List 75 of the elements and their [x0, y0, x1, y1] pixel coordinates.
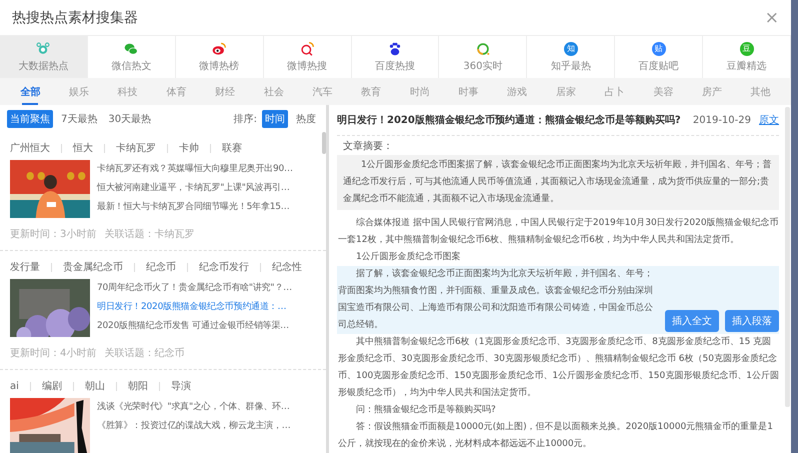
- topic-tag[interactable]: 恒大: [62, 141, 104, 155]
- topic-tag[interactable]: 纪念性: [261, 260, 313, 274]
- update-time: 更新时间：3小时前: [10, 228, 96, 241]
- article-paragraph: 综合媒体报道 据中国人民银行官网消息，中国人民银行定于2019年10月30日发行2020版熊猫金银纪念币一套12枚，其中熊猫普制金银纪念币6枚、熊猫精制金银纪念币6枚，均为中华人民共和国法定货币。: [337, 216, 779, 247]
- badge-icon: 知: [564, 42, 578, 56]
- category-tab[interactable]: 房产: [688, 78, 736, 105]
- related-topic: 关联话题：纪念币: [104, 346, 184, 360]
- article-title: 明日发行！2020版熊猫金银纪念币预约通道：熊猫金银纪念币是等额购买吗?: [337, 113, 682, 127]
- topic-tag[interactable]: ai: [10, 380, 30, 392]
- headline-link[interactable]: 最新！恒大与卡纳瓦罗合同细节曝光！5年拿15…: [97, 200, 293, 214]
- topic-tag[interactable]: 纪念币: [135, 260, 187, 274]
- insert-button[interactable]: 插入段落: [725, 310, 779, 332]
- ring-icon: [476, 42, 490, 56]
- category-tab[interactable]: 科技: [103, 78, 152, 105]
- insert-button[interactable]: 插入全文: [665, 310, 719, 332]
- category-tab[interactable]: 其他: [736, 78, 785, 105]
- summary-text: 1公斤圆形金质纪念币图案据了解，该套金银纪念币正面图案均为北京天坛祈年殿，并刊国名、年号；普通纪念币发行后，可与其他流通人民币等值流通，其面额记入市场现金流通量，成为货币供应量的一部分;贵金属纪念币不能流通，其面额不记入市场现金流通量。: [337, 155, 779, 210]
- scrollbar[interactable]: [785, 107, 790, 407]
- sort-option[interactable]: 时间: [262, 110, 288, 128]
- period-tab[interactable]: 当前聚焦: [7, 110, 53, 128]
- category-tab[interactable]: 汽车: [298, 78, 347, 105]
- topic-tag[interactable]: 朝山: [74, 379, 116, 393]
- headline-link[interactable]: 2020版熊猫纪念币发售 可通过金银币经销等渠…: [97, 319, 292, 333]
- category-tab[interactable]: 全部: [6, 78, 55, 105]
- category-tab[interactable]: 财经: [200, 78, 250, 105]
- category-tab[interactable]: 社会: [249, 78, 298, 105]
- category-tab[interactable]: 教育: [346, 78, 396, 105]
- sort-label: 排序:: [234, 112, 257, 126]
- close-button[interactable]: ×: [764, 8, 779, 28]
- badge-icon: 豆: [740, 42, 754, 56]
- topic-tag[interactable]: 卡纳瓦罗: [105, 141, 167, 155]
- magnifier-icon: [300, 42, 314, 56]
- chat-bubbles-icon: [124, 42, 138, 56]
- headline-link[interactable]: 恒大被河南建业逼平，卡纳瓦罗"上课"风波再引…: [97, 181, 293, 195]
- headline-link[interactable]: 卡纳瓦罗还有戏？英媒曝恒大向穆里尼奥开出90…: [97, 162, 293, 176]
- category-tab[interactable]: 游戏: [492, 78, 542, 105]
- category-tab[interactable]: 居家: [542, 78, 590, 105]
- category-tab[interactable]: 体育: [152, 78, 201, 105]
- source-tab[interactable]: 大数据热点: [0, 36, 88, 78]
- topic-tag[interactable]: 发行量: [10, 260, 51, 274]
- category-tab[interactable]: 占卜: [590, 78, 639, 105]
- period-tab[interactable]: 7天最热: [58, 110, 100, 128]
- article-paragraph: 1公斤圆形金质纪念币图案: [355, 250, 462, 264]
- topic-tag[interactable]: 导演: [160, 379, 202, 393]
- headline-link[interactable]: 《胜算》：投资过亿的谍战大戏，柳云龙主演，…: [97, 419, 291, 433]
- category-tab[interactable]: 时尚: [396, 78, 444, 105]
- topic-tag[interactable]: 广州恒大: [10, 141, 61, 155]
- window-title: 热搜热点素材搜集器: [12, 8, 138, 26]
- category-tab[interactable]: 美容: [638, 78, 688, 105]
- category-tab[interactable]: 娱乐: [54, 78, 104, 105]
- article-paragraph: 问：熊猫金银纪念币是等额购买吗?: [355, 404, 497, 417]
- topic-tag[interactable]: 联赛: [211, 141, 253, 155]
- article-paragraph: 其中熊猫普制金银纪念币6枚（1克圆形金质纪念币、3克圆形金质纪念币、8克圆形金质纪念币、15 克圆形金质纪念币、30克圆形金质纪念币、30克圆形银质纪念币）、熊猫精制金银纪念币 6枚（50克圆形金质纪念币、100克圆形金质纪念币、150克圆形金质纪念币、1公斤圆形金质纪念币、150克圆形银质纪念币、1公斤圆形银质纪念币），均为中华人民共和国法定货币。: [337, 335, 779, 400]
- headline-link[interactable]: 浅谈《光荣时代》"求真"之心，个体、群像、环…: [97, 400, 291, 414]
- topic-tag[interactable]: 纪念币发行: [188, 260, 260, 274]
- source-link[interactable]: 原文: [759, 113, 779, 127]
- headline-link[interactable]: 明日发行！2020版熊猫金银纪念币预约通道：…: [97, 300, 292, 314]
- related-topic: 关联话题：卡纳瓦罗: [104, 228, 194, 241]
- update-time: 更新时间：4小时前: [10, 346, 96, 360]
- article-paragraph: 答：假设熊猫金币面额是10000元(如上图)，但不是以面额来兑换。2020版10000元熊猫金币的重量是1公斤，就按现在的金价来说，光材料成本都远远不止10000元。: [337, 420, 774, 451]
- sort-option[interactable]: 热度: [293, 110, 319, 128]
- badge-icon: 贴: [652, 42, 666, 56]
- scrollbar[interactable]: [322, 132, 326, 154]
- topic-tag[interactable]: 卡帅: [168, 141, 210, 155]
- topic-tag[interactable]: 编剧: [30, 379, 73, 393]
- paw-icon: [388, 42, 402, 56]
- article-date: 2019-10-29: [692, 114, 751, 126]
- article-paragraph: 据了解，该套金银纪念币正面图案均为北京天坛祈年殿，并刊国名、年号；背面图案均为熊猫食竹图，并刊面额、重量及成色。该套金银纪念币分别由深圳国宝造币有限公司、上海造币有限公司和沈阳造币有限公司铸造，中国金币总公司总经销。: [337, 267, 654, 332]
- headline-link[interactable]: 70周年纪念币火了！贵金属纪念币有啥"讲究"？…: [97, 281, 292, 295]
- category-tab[interactable]: 时事: [444, 78, 493, 105]
- topic-tag[interactable]: 贵金属纪念币: [52, 260, 134, 274]
- eye-icon: [212, 42, 226, 56]
- topic-tag[interactable]: 朝阳: [116, 379, 159, 393]
- period-tab[interactable]: 30天最热: [105, 110, 154, 128]
- summary-label: 文章摘要：: [342, 140, 394, 154]
